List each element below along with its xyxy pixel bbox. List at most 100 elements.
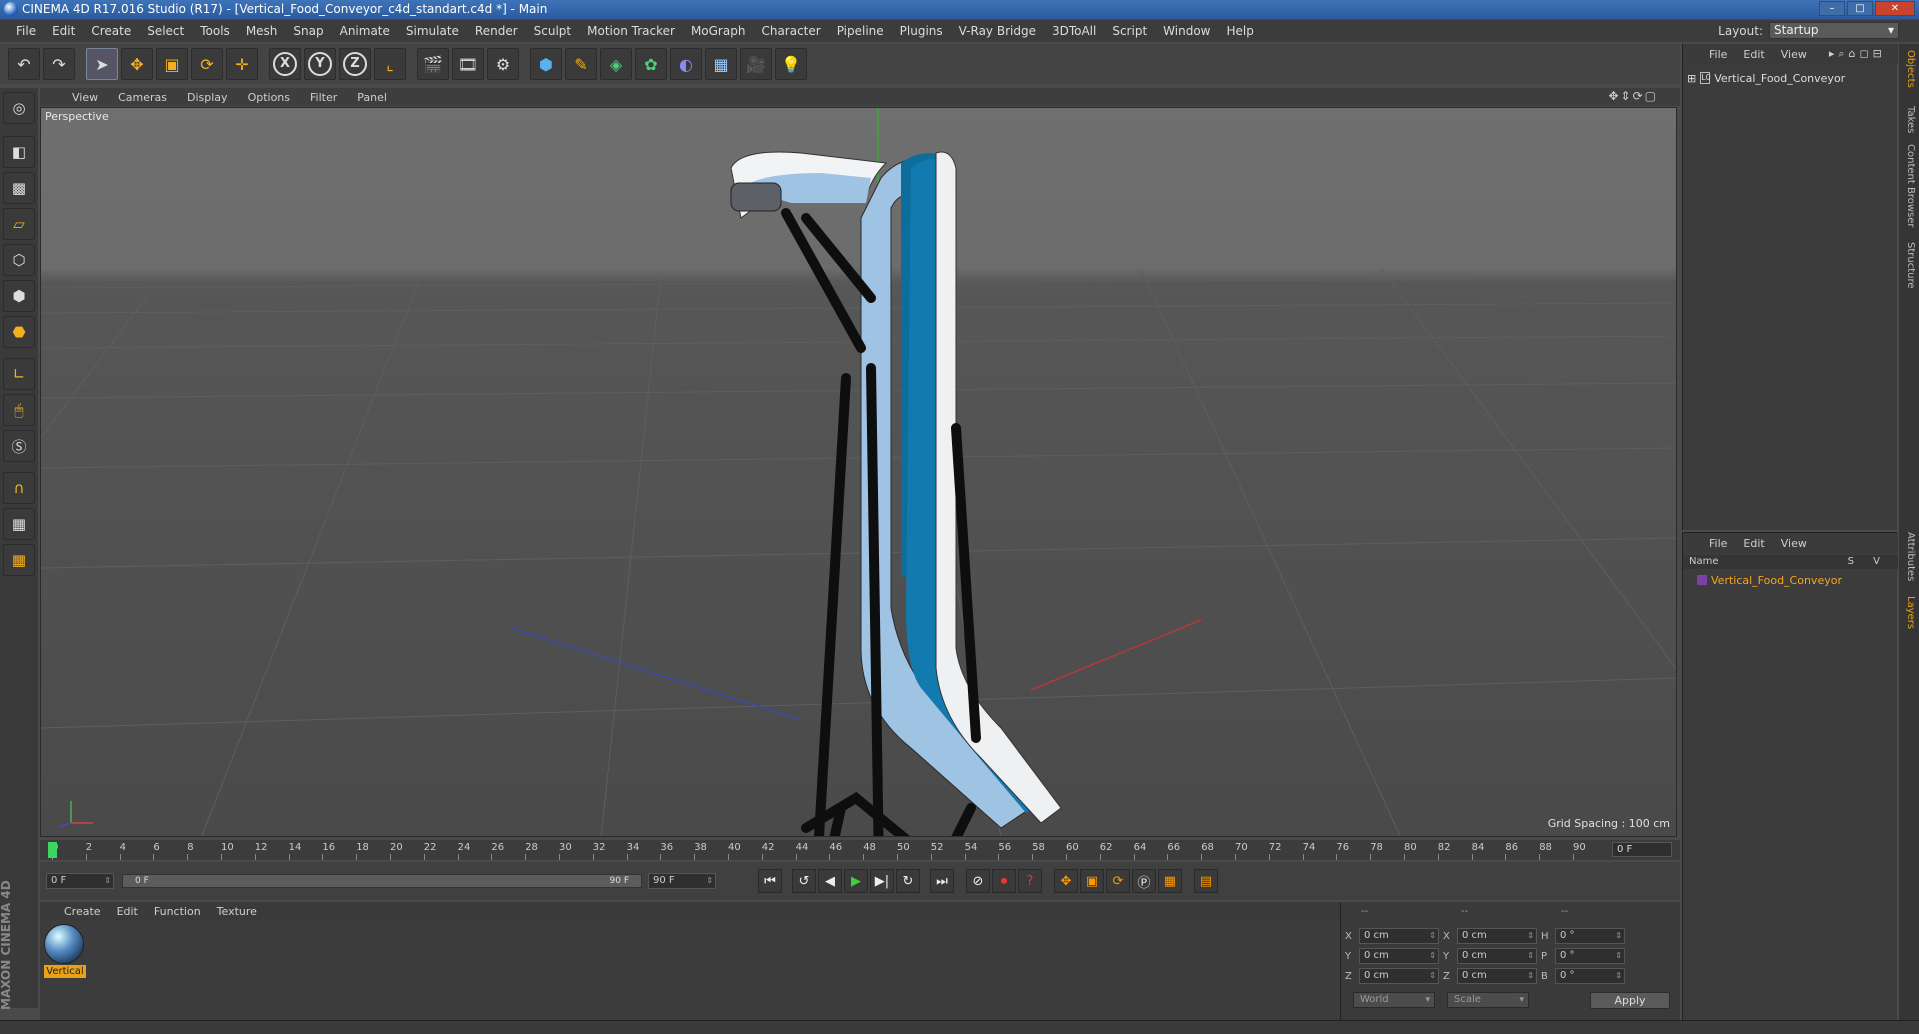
live-selection-icon[interactable]: ✛ <box>226 48 258 80</box>
z-axis-lock-icon[interactable]: Z <box>339 48 371 80</box>
object-menu-file[interactable]: File <box>1701 48 1735 61</box>
material-thumbnail[interactable]: Vertical <box>44 924 86 978</box>
maximize-button[interactable]: □ <box>1847 1 1873 16</box>
timeline-window-icon[interactable]: ▤ <box>1194 869 1218 893</box>
key-parameter-icon[interactable]: Ⓟ <box>1132 869 1156 893</box>
menu-edit[interactable]: Edit <box>44 24 83 38</box>
make-editable-icon[interactable]: ◎ <box>3 92 35 124</box>
menu-sculpt[interactable]: Sculpt <box>526 24 579 38</box>
material-menu-texture[interactable]: Texture <box>209 905 265 918</box>
size-x-field[interactable]: 0 cm <box>1457 928 1537 944</box>
apply-button[interactable]: Apply <box>1590 992 1670 1009</box>
menu-help[interactable]: Help <box>1218 24 1261 38</box>
tab-takes[interactable]: Takes <box>1905 106 1916 133</box>
menu-3dtoall[interactable]: 3DToAll <box>1044 24 1104 38</box>
menu-motion-tracker[interactable]: Motion Tracker <box>579 24 683 38</box>
viewport-navigation-icons[interactable]: ✥⇕⟳▢ <box>1598 89 1668 103</box>
menu-script[interactable]: Script <box>1104 24 1155 38</box>
viewport-menu-panel[interactable]: Panel <box>347 91 397 104</box>
expand-icon[interactable]: ⊞ <box>1687 72 1696 85</box>
menu-create[interactable]: Create <box>83 24 139 38</box>
model-mode-icon[interactable]: ◧ <box>3 136 35 168</box>
material-menu-edit[interactable]: Edit <box>109 905 146 918</box>
scale-tool-icon[interactable]: ▣ <box>156 48 188 80</box>
coordinate-system-icon[interactable]: ⌞ <box>374 48 406 80</box>
object-menu-view[interactable]: View <box>1773 48 1815 61</box>
position-y-field[interactable]: 0 cm <box>1359 948 1439 964</box>
magnet-icon[interactable]: ∩ <box>3 472 35 504</box>
menu-snap[interactable]: Snap <box>285 24 331 38</box>
texture-mode-icon[interactable]: ▩ <box>3 172 35 204</box>
edges-mode-icon[interactable]: ⬢ <box>3 280 35 312</box>
play-icon[interactable]: ▶ <box>844 869 868 893</box>
rotate-tool-icon[interactable]: ⟳ <box>191 48 223 80</box>
planar-workplane-icon[interactable]: ▦ <box>3 544 35 576</box>
menu-window[interactable]: Window <box>1155 24 1218 38</box>
object-toolbar-icons[interactable]: ▸⌕⌂◻⊟ <box>1821 47 1894 61</box>
tab-structure[interactable]: Structure <box>1905 242 1916 289</box>
key-rotation-icon[interactable]: ⟳ <box>1106 869 1130 893</box>
key-scale-icon[interactable]: ▣ <box>1080 869 1104 893</box>
object-menu-edit[interactable]: Edit <box>1735 48 1772 61</box>
position-x-field[interactable]: 0 cm <box>1359 928 1439 944</box>
light-icon[interactable]: 💡 <box>775 48 807 80</box>
tab-layers[interactable]: Layers <box>1905 596 1916 629</box>
y-axis-lock-icon[interactable]: Y <box>304 48 336 80</box>
menu-simulate[interactable]: Simulate <box>398 24 467 38</box>
cloner-icon[interactable]: ✿ <box>635 48 667 80</box>
floor-icon[interactable]: ▦ <box>705 48 737 80</box>
go-to-start-icon[interactable]: ⏮ <box>758 869 782 893</box>
key-pla-icon[interactable]: ▦ <box>1158 869 1182 893</box>
start-frame-field[interactable]: 0 F <box>46 873 114 889</box>
render-settings-icon[interactable]: ⚙ <box>487 48 519 80</box>
layer-list-item[interactable]: Vertical_Food_Conveyor <box>1697 573 1897 587</box>
layout-dropdown[interactable]: Startup <box>1769 22 1899 39</box>
record-keys-off-icon[interactable]: ⊘ <box>966 869 990 893</box>
object-list-item[interactable]: ⊞ L0 Vertical_Food_Conveyor <box>1687 70 1887 86</box>
tab-attributes[interactable]: Attributes <box>1905 532 1916 581</box>
rotation-h-field[interactable]: 0 ° <box>1555 928 1625 944</box>
material-menu-function[interactable]: Function <box>146 905 209 918</box>
viewport-menu-options[interactable]: Options <box>238 91 300 104</box>
render-picture-viewer-icon[interactable]: 🎞 <box>452 48 484 80</box>
menu-plugins[interactable]: Plugins <box>892 24 951 38</box>
menu-render[interactable]: Render <box>467 24 526 38</box>
previous-frame-icon[interactable]: ◀ <box>818 869 842 893</box>
conveyor-model[interactable] <box>730 151 1065 837</box>
viewport-menu-cameras[interactable]: Cameras <box>108 91 177 104</box>
preview-range-slider[interactable]: 0 F 90 F <box>122 874 642 888</box>
tweak-mode-icon[interactable]: 🖱 <box>3 394 35 426</box>
minimize-button[interactable]: – <box>1819 1 1845 16</box>
size-mode-dropdown[interactable]: Scale <box>1447 992 1529 1008</box>
menu-vray-bridge[interactable]: V-Ray Bridge <box>951 24 1044 38</box>
close-button[interactable]: ✕ <box>1875 1 1915 16</box>
lock-workplane-icon[interactable]: ▦ <box>3 508 35 540</box>
select-cursor-icon[interactable]: ➤ <box>86 48 118 80</box>
cube-primitive-icon[interactable]: ⬢ <box>530 48 562 80</box>
next-key-icon[interactable]: ↻ <box>896 869 920 893</box>
polygons-mode-icon[interactable]: ⬣ <box>3 316 35 348</box>
viewport-menu-display[interactable]: Display <box>177 91 238 104</box>
move-tool-icon[interactable]: ✥ <box>121 48 153 80</box>
position-z-field[interactable]: 0 cm <box>1359 968 1439 984</box>
go-to-end-icon[interactable]: ⏭ <box>930 869 954 893</box>
undo-icon[interactable]: ↶ <box>8 48 40 80</box>
timeline-ruler[interactable]: 0246810121416182022242628303234363840424… <box>40 840 1680 860</box>
autokey-icon[interactable]: ? <box>1018 869 1042 893</box>
tab-content-browser[interactable]: Content Browser <box>1905 144 1916 227</box>
menu-animate[interactable]: Animate <box>332 24 398 38</box>
coordinate-space-dropdown[interactable]: World <box>1353 992 1435 1008</box>
size-z-field[interactable]: 0 cm <box>1457 968 1537 984</box>
deformer-icon[interactable]: ◐ <box>670 48 702 80</box>
rotation-b-field[interactable]: 0 ° <box>1555 968 1625 984</box>
menu-file[interactable]: File <box>8 24 44 38</box>
previous-key-icon[interactable]: ↺ <box>792 869 816 893</box>
menu-tools[interactable]: Tools <box>192 24 238 38</box>
x-axis-lock-icon[interactable]: X <box>269 48 301 80</box>
size-y-field[interactable]: 0 cm <box>1457 948 1537 964</box>
menu-character[interactable]: Character <box>753 24 828 38</box>
spline-pen-icon[interactable]: ✎ <box>565 48 597 80</box>
menu-select[interactable]: Select <box>139 24 192 38</box>
points-mode-icon[interactable]: ⬡ <box>3 244 35 276</box>
redo-icon[interactable]: ↷ <box>43 48 75 80</box>
